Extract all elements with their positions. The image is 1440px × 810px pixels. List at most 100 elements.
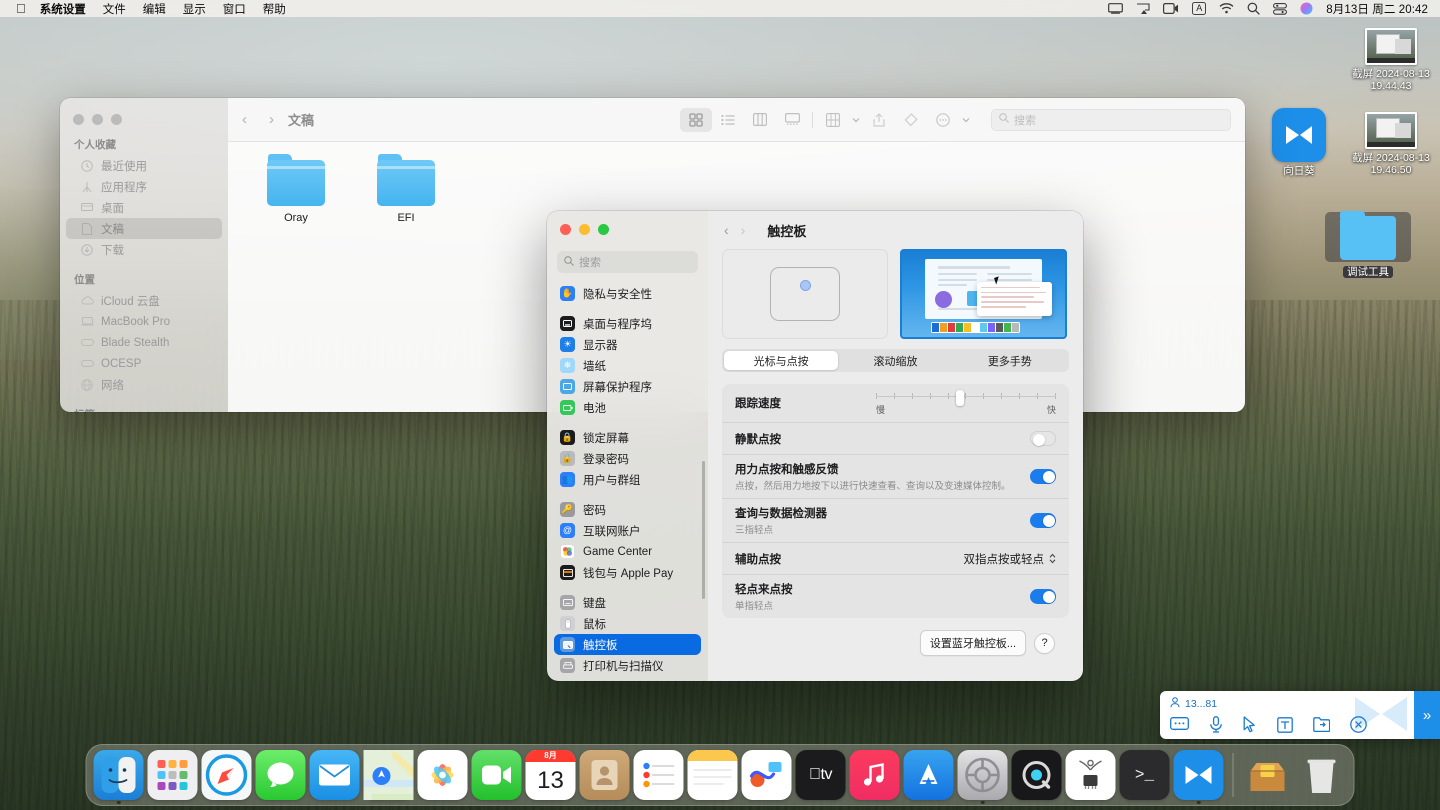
sidebar-item-network[interactable]: 网络 — [66, 374, 222, 395]
setup-bluetooth-trackpad-button[interactable]: 设置蓝牙触控板... — [920, 630, 1026, 656]
spotlight-icon[interactable] — [1247, 2, 1260, 15]
desktop-icon-folder-debug-tools[interactable]: 调试工具 — [1325, 212, 1411, 280]
dock-item-mail[interactable] — [310, 750, 360, 800]
sidebar-item-ocesp[interactable]: OCESP — [66, 353, 222, 374]
search-input[interactable]: 搜索 — [1014, 112, 1036, 128]
airplay-icon[interactable] — [1136, 3, 1150, 15]
maximize-button[interactable] — [111, 114, 122, 125]
sidebar-item-trackpad[interactable]: 触控板 — [554, 634, 701, 655]
microphone-icon[interactable] — [1209, 716, 1223, 738]
lookup-toggle[interactable] — [1030, 513, 1056, 528]
menu-item-edit[interactable]: 编辑 — [143, 1, 166, 17]
sidebar-item-wallet-apple-pay[interactable]: 钱包与 Apple Pay — [554, 562, 701, 583]
tab-more-gestures[interactable]: 更多手势 — [953, 351, 1067, 370]
group-by-chevron-down-icon[interactable] — [849, 108, 863, 132]
desktop-icon-sunflower[interactable]: 向日葵 — [1256, 108, 1342, 177]
dock-item-maps[interactable] — [364, 750, 414, 800]
sidebar-item-macbook-pro[interactable]: MacBook Pro — [66, 311, 222, 332]
finder-file-item[interactable]: EFI — [364, 160, 448, 224]
system-settings-window[interactable]: 搜索 ✋ 隐私与安全性 桌面与程序坞 ☀ 显示器 — [547, 211, 1083, 681]
menu-item-view[interactable]: 显示 — [183, 1, 206, 17]
dock-item-probe-tool[interactable] — [1066, 750, 1116, 800]
back-button[interactable]: ‹ — [724, 222, 729, 238]
tag-icon[interactable] — [895, 108, 927, 132]
icon-view-icon[interactable] — [680, 108, 712, 132]
silent-clicking-toggle[interactable] — [1030, 431, 1056, 446]
share-icon[interactable] — [863, 108, 895, 132]
dock-item-calendar[interactable]: 8月 13 — [526, 750, 576, 800]
menu-item-help[interactable]: 帮助 — [263, 1, 286, 17]
tracking-speed-slider[interactable]: 慢 快 — [876, 390, 1056, 416]
menu-item-file[interactable]: 文件 — [103, 1, 126, 17]
sidebar-item-wallpaper[interactable]: ❄ 墙纸 — [554, 355, 701, 376]
sidebar-item-game-center[interactable]: Game Center — [554, 541, 701, 562]
dock-item-photos[interactable] — [418, 750, 468, 800]
dock-item-reminders[interactable] — [634, 750, 684, 800]
sidebar-item-displays[interactable]: ☀ 显示器 — [554, 334, 701, 355]
close-button[interactable] — [560, 224, 571, 235]
sidebar-item-mouse[interactable]: 鼠标 — [554, 613, 701, 634]
file-transfer-icon[interactable] — [1313, 717, 1330, 737]
dock-item-safari[interactable] — [202, 750, 252, 800]
chat-icon[interactable] — [1170, 717, 1189, 737]
forward-button[interactable]: › — [741, 222, 746, 238]
search-input[interactable]: 搜索 — [579, 254, 601, 270]
forward-button[interactable]: › — [269, 111, 274, 128]
sidebar-item-lock-screen[interactable]: 🔒 锁定屏幕 — [554, 427, 701, 448]
gallery-view-icon[interactable] — [776, 108, 808, 132]
remote-control-toolbar[interactable]: 13...81 — [1160, 691, 1440, 739]
camera-icon[interactable] — [1163, 3, 1179, 14]
sidebar-scrollbar[interactable] — [702, 461, 705, 599]
input-source-icon[interactable]: A — [1192, 2, 1206, 15]
screen-mirroring-icon[interactable] — [1108, 3, 1123, 14]
dock-item-archive-utility[interactable] — [1243, 750, 1293, 800]
apple-menu-icon[interactable]:  — [16, 2, 26, 15]
sidebar-item-applications[interactable]: 应用程序 — [66, 176, 222, 197]
sidebar-item-printers-scanners[interactable]: 打印机与扫描仪 — [554, 655, 701, 676]
minimize-button[interactable] — [579, 224, 590, 235]
sidebar-item-screensaver[interactable]: 屏幕保护程序 — [554, 376, 701, 397]
sidebar-item-passwords[interactable]: 🔑 密码 — [554, 499, 701, 520]
back-button[interactable]: ‹ — [242, 111, 247, 128]
close-button[interactable] — [73, 114, 84, 125]
siri-icon[interactable] — [1300, 2, 1313, 15]
sidebar-item-login-password[interactable]: 🔒 登录密码 — [554, 448, 701, 469]
cursor-icon[interactable] — [1243, 716, 1257, 738]
dock-item-finder[interactable] — [94, 750, 144, 800]
sidebar-item-keyboard[interactable]: 键盘 — [554, 592, 701, 613]
sidebar-item-icloud-drive[interactable]: iCloud 云盘 — [66, 290, 222, 311]
dock-item-appstore[interactable] — [904, 750, 954, 800]
dock-item-trash[interactable] — [1297, 750, 1347, 800]
slider-knob[interactable] — [956, 390, 964, 406]
sidebar-item-battery[interactable]: 电池 — [554, 397, 701, 418]
finder-file-item[interactable]: Oray — [254, 160, 338, 224]
more-actions-chevron-down-icon[interactable] — [959, 108, 973, 132]
settings-search-field[interactable]: 搜索 — [557, 251, 698, 273]
desktop-icon-screenshot-1[interactable]: 截屏 2024-08-13 19.44.43 — [1348, 28, 1434, 92]
menu-bar-clock[interactable]: 8月13日 周二 20:42 — [1326, 1, 1428, 17]
menu-item-window[interactable]: 窗口 — [223, 1, 246, 17]
minimize-button[interactable] — [92, 114, 103, 125]
dock-item-facetime[interactable] — [472, 750, 522, 800]
sidebar-item-blade-stealth[interactable]: Blade Stealth — [66, 332, 222, 353]
sidebar-item-internet-accounts[interactable]: @ 互联网账户 — [554, 520, 701, 541]
sidebar-item-desktop[interactable]: 桌面 — [66, 197, 222, 218]
force-click-toggle[interactable] — [1030, 469, 1056, 484]
group-by-icon[interactable] — [817, 108, 849, 132]
maximize-button[interactable] — [598, 224, 609, 235]
sidebar-item-users-groups[interactable]: 👥 用户与群组 — [554, 469, 701, 490]
dock-item-appletv[interactable]: tv — [796, 750, 846, 800]
dock-item-messages[interactable] — [256, 750, 306, 800]
finder-search-field[interactable]: 搜索 — [991, 109, 1231, 131]
menu-app-name[interactable]: 系统设置 — [40, 1, 86, 17]
dock-item-system-settings[interactable] — [958, 750, 1008, 800]
sidebar-item-recents[interactable]: 最近使用 — [66, 155, 222, 176]
secondary-click-popup[interactable]: 双指点按或轻点 — [964, 551, 1057, 567]
tab-scroll-zoom[interactable]: 滚动缩放 — [838, 351, 952, 370]
desktop-icon-screenshot-2[interactable]: 截屏 2024-08-13 19.46.50 — [1348, 112, 1434, 176]
more-actions-icon[interactable] — [927, 108, 959, 132]
sidebar-item-downloads[interactable]: 下载 — [66, 239, 222, 260]
control-center-icon[interactable] — [1273, 3, 1287, 15]
dock-item-launchpad[interactable] — [148, 750, 198, 800]
dock-item-contacts[interactable] — [580, 750, 630, 800]
